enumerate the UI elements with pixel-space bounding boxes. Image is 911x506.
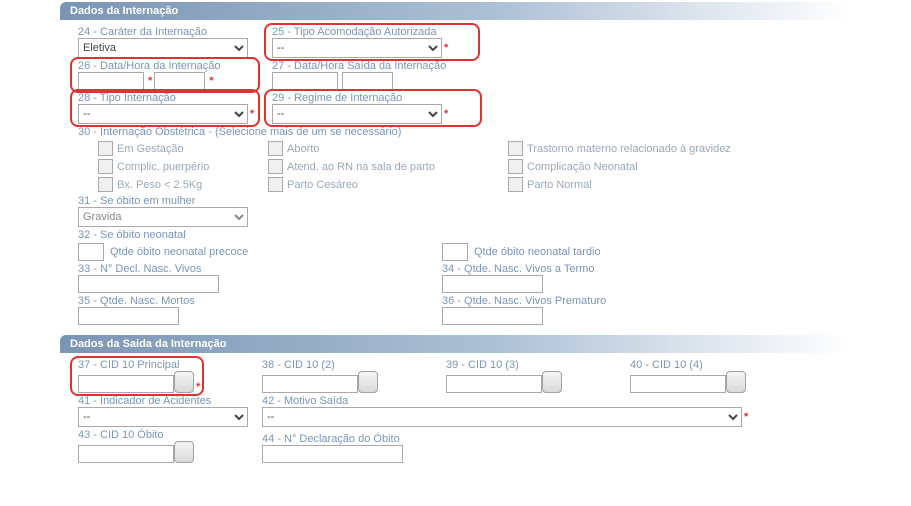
- input-cid-2[interactable]: [262, 375, 358, 393]
- label-obito-tardio: Qtde óbito neonatal tardio: [474, 246, 601, 258]
- label-obito-neonatal: 32 - Se óbito neonatal: [78, 229, 186, 241]
- required-marker: *: [442, 108, 448, 120]
- input-nasc-mortos[interactable]: [78, 307, 179, 325]
- label-nasc-mortos: 35 - Qtde. Nasc. Mortos: [78, 295, 428, 307]
- select-tipo-internacao[interactable]: --: [78, 104, 248, 124]
- checkbox-parto-cesareo[interactable]: [268, 177, 283, 192]
- checkbox-atend-rn[interactable]: [268, 159, 283, 174]
- select-carater-internacao[interactable]: Eletiva: [78, 38, 248, 58]
- input-data-saida-time[interactable]: [342, 72, 393, 90]
- label-motivo-saida: 42 - Motivo Saída: [262, 395, 752, 407]
- label-tipo-internacao: 28 - Tipo Internação: [78, 92, 258, 104]
- input-cid-principal[interactable]: [78, 375, 174, 393]
- cbx-label: Bx. Peso < 2.5Kg: [117, 179, 202, 191]
- required-marker: *: [248, 108, 254, 120]
- label-internacao-obstetrica: 30 - Internação Obstétrica - (Selecione …: [78, 126, 401, 138]
- label-cid-obito: 43 - CID 10 Óbito: [78, 429, 248, 441]
- button-cid-3[interactable]: [542, 371, 562, 393]
- required-marker: *: [146, 75, 152, 87]
- input-cid-4[interactable]: [630, 375, 726, 393]
- checkbox-complicacao-neonatal[interactable]: [508, 159, 523, 174]
- label-data-internacao: 26 - Data/Hora da Internação: [78, 60, 258, 72]
- cbx-label: Trastorno materno relacionado à gravidez: [527, 143, 731, 155]
- section-header-saida: Dados da Saida da Internação: [60, 335, 851, 353]
- cbx-label: Parto Cesáreo: [287, 179, 358, 191]
- input-data-saida-date[interactable]: [272, 72, 338, 90]
- label-decl-nasc-vivos: 33 - N° Decl. Nasc. Vivos: [78, 263, 428, 275]
- cbx-label: Complicação Neonatal: [527, 161, 638, 173]
- input-decl-obito[interactable]: [262, 445, 403, 463]
- input-data-internacao-date[interactable]: [78, 72, 144, 90]
- cbx-label: Atend. ao RN na sala de parto: [287, 161, 435, 173]
- select-obito-mulher[interactable]: Gravida: [78, 207, 248, 227]
- required-marker: *: [442, 42, 448, 54]
- input-cid-obito[interactable]: [78, 445, 174, 463]
- select-tipo-acomodacao[interactable]: --: [272, 38, 442, 58]
- label-regime-internacao: 29 - Regime de Internação: [272, 92, 462, 104]
- checkbox-trastorno-materno[interactable]: [508, 141, 523, 156]
- required-marker: *: [194, 381, 200, 393]
- label-indicador-acidentes: 41 - Indicador de Acidentes: [78, 395, 248, 407]
- select-regime-internacao[interactable]: --: [272, 104, 442, 124]
- select-indicador-acidentes[interactable]: --: [78, 407, 248, 427]
- select-motivo-saida[interactable]: --: [262, 407, 742, 427]
- cbx-label: Parto Normal: [527, 179, 592, 191]
- button-cid-2[interactable]: [358, 371, 378, 393]
- label-cid-3: 39 - CID 10 (3): [446, 359, 616, 371]
- section-title: Dados da Saida da Internação: [70, 338, 227, 350]
- section-header-internacao: Dados da Internação: [60, 2, 851, 20]
- checkbox-em-gestacao[interactable]: [98, 141, 113, 156]
- checkbox-parto-normal[interactable]: [508, 177, 523, 192]
- input-nasc-vivos-termo[interactable]: [442, 275, 543, 293]
- label-nasc-vivos-termo: 34 - Qtde. Nasc. Vivos a Termo: [442, 263, 594, 275]
- checkbox-aborto[interactable]: [268, 141, 283, 156]
- section-title: Dados da Internação: [70, 5, 178, 17]
- checkbox-bx-peso[interactable]: [98, 177, 113, 192]
- label-data-saida: 27 - Data/Hora Saída da Internação: [272, 60, 492, 72]
- cbx-label: Aborto: [287, 143, 319, 155]
- required-marker: *: [742, 411, 748, 423]
- dados-saida-body: 37 - CID 10 Principal * 38 - CID 10 (2) …: [60, 355, 851, 469]
- button-cid-4[interactable]: [726, 371, 746, 393]
- label-decl-obito: 44 - N° Declaração do Óbito: [262, 433, 403, 445]
- input-nasc-prematuro[interactable]: [442, 307, 543, 325]
- label-obito-mulher: 31 - Se óbito em mulher: [78, 195, 248, 207]
- dados-internacao-body: 24 - Caráter da Internação Eletiva 25 - …: [60, 22, 851, 331]
- label-tipo-acomodacao: 25 - Tipo Acomodação Autorizada: [272, 26, 472, 38]
- label-cid-principal: 37 - CID 10 Principal: [78, 359, 248, 371]
- input-decl-nasc-vivos[interactable]: [78, 275, 219, 293]
- input-obito-neonatal-precoce[interactable]: [78, 243, 104, 261]
- input-obito-neonatal-tardio[interactable]: [442, 243, 468, 261]
- input-data-internacao-time[interactable]: [154, 72, 205, 90]
- label-cid-4: 40 - CID 10 (4): [630, 359, 800, 371]
- button-cid-principal[interactable]: [174, 371, 194, 393]
- button-cid-obito[interactable]: [174, 441, 194, 463]
- input-cid-3[interactable]: [446, 375, 542, 393]
- label-carater: 24 - Caráter da Internação: [78, 26, 258, 38]
- required-marker: *: [207, 75, 213, 87]
- cbx-label: Em Gestação: [117, 143, 184, 155]
- label-nasc-prematuro: 36 - Qtde. Nasc. Vivos Prematuro: [442, 295, 606, 307]
- cbx-label: Complic. puerpério: [117, 161, 209, 173]
- label-obito-precoce: Qtde óbito neonatal precoce: [110, 246, 248, 258]
- checkbox-complic-puerperio[interactable]: [98, 159, 113, 174]
- label-cid-2: 38 - CID 10 (2): [262, 359, 432, 371]
